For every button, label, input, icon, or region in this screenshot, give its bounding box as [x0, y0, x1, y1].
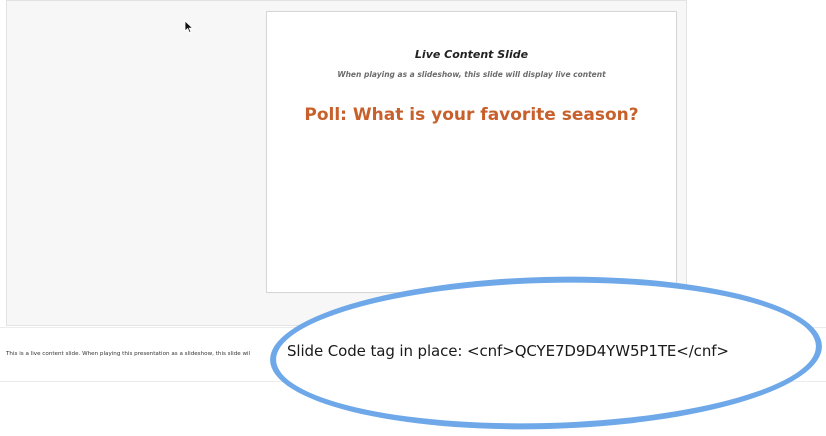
- slide-title: Live Content Slide: [414, 48, 529, 61]
- poll-question: Poll: What is your favorite season?: [304, 105, 639, 125]
- presentation-editor: Live Content Slide When playing as a sli…: [0, 0, 826, 436]
- speaker-notes-text[interactable]: This is a live content slide. When playi…: [6, 351, 286, 357]
- slide-subtitle: When playing as a slideshow, this slide …: [337, 70, 606, 79]
- slide-code-tag-text: Slide Code tag in place: <cnf>QCYE7D9D4Y…: [287, 342, 729, 360]
- live-content-slide[interactable]: Live Content Slide When playing as a sli…: [266, 11, 677, 293]
- mouse-pointer-icon: [184, 20, 194, 34]
